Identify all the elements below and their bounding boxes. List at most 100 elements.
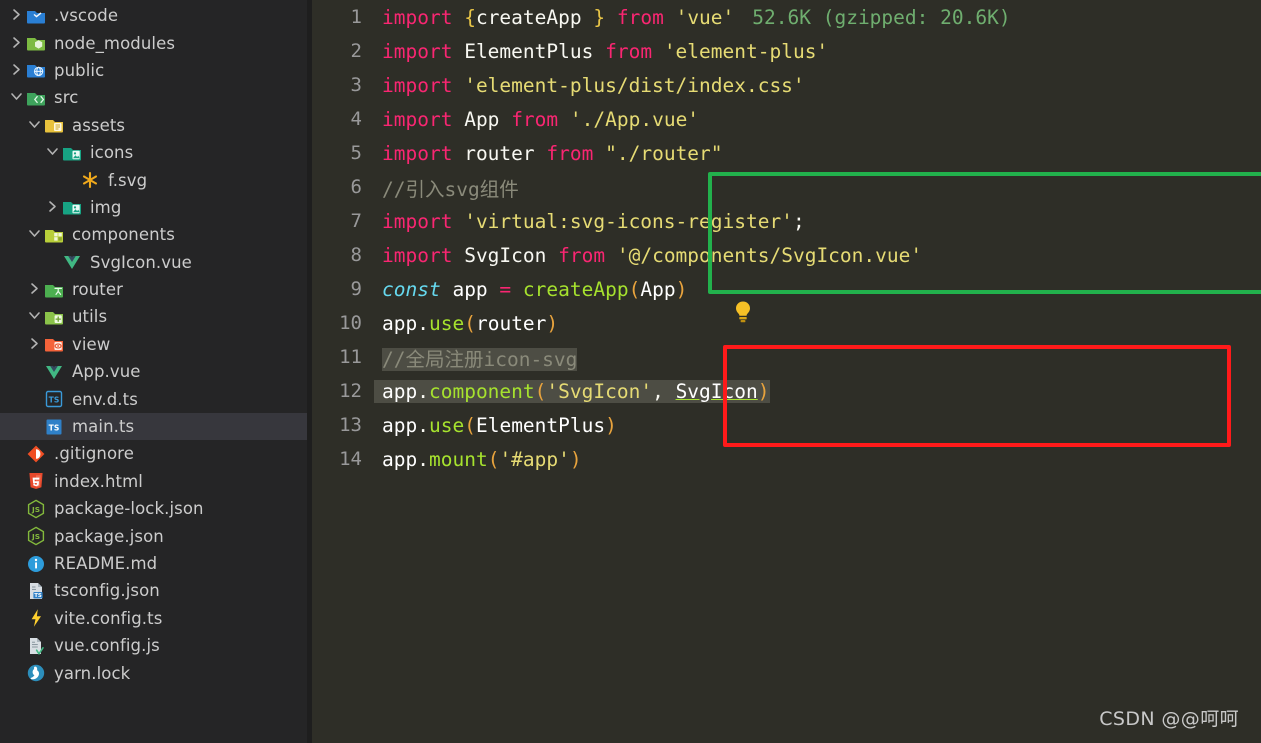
- code-line[interactable]: 9 const app = createApp(App): [312, 272, 1261, 306]
- line-content: //全局注册icon-svg: [374, 343, 578, 372]
- file-tree-item-label: f.svg: [108, 170, 148, 190]
- vue-file-icon: [61, 251, 83, 273]
- token-app-ident: app: [452, 277, 488, 301]
- tsconfig-file-icon: TS: [25, 580, 47, 602]
- line-number: 14: [339, 448, 362, 470]
- token-App: App: [464, 107, 500, 131]
- code-line[interactable]: 11 //全局注册icon-svg: [312, 340, 1261, 374]
- token-string-vue: 'vue': [675, 5, 735, 29]
- file-tree-item-components[interactable]: components: [0, 221, 312, 248]
- explorer-sidebar: .vscode node_modules public src assets icons f…: [0, 0, 312, 743]
- file-tree-item-vite-config-ts[interactable]: vite.config.ts: [0, 605, 312, 632]
- line-number: 4: [350, 108, 362, 130]
- file-tree-item-assets[interactable]: assets: [0, 112, 312, 139]
- line-content: app.use(router): [382, 311, 559, 335]
- file-tree-item-vue-config-js[interactable]: vue.config.js: [0, 632, 312, 659]
- chevron-down-icon[interactable]: [8, 91, 25, 102]
- lightbulb-icon[interactable]: [732, 300, 754, 324]
- file-tree-item-router[interactable]: router: [0, 276, 312, 303]
- git-file-icon: [25, 443, 47, 465]
- svg-text:TS: TS: [34, 593, 42, 599]
- vscode-folder-icon: [25, 5, 47, 27]
- vscode-window: .vscode node_modules public src assets icons f…: [0, 0, 1261, 743]
- code-line[interactable]: 12 app.component('SvgIcon', SvgIcon): [312, 374, 1261, 408]
- chevron-down-icon[interactable]: [44, 146, 61, 157]
- line-number: 8: [350, 244, 362, 266]
- token-SvgIcon-ref[interactable]: SvgIcon: [676, 380, 758, 403]
- file-tree-item-index-html[interactable]: index.html: [0, 468, 312, 495]
- file-tree-item-svgicon-vue[interactable]: SvgIcon.vue: [0, 249, 312, 276]
- file-tree-item-tsconfig-json[interactable]: TS tsconfig.json: [0, 577, 312, 604]
- token-string-svgicon-path: '@/components/SvgIcon.vue': [616, 243, 923, 267]
- token-from: from: [511, 107, 559, 131]
- code-line[interactable]: 4 import App from './App.vue': [312, 102, 1261, 136]
- line-content: import SvgIcon from '@/components/SvgIco…: [374, 244, 922, 267]
- line-content: import App from './App.vue': [374, 108, 699, 131]
- svg-text:TS: TS: [49, 423, 60, 432]
- file-tree-item-package-json[interactable]: JS package.json: [0, 522, 312, 549]
- line-content: import ElementPlus from 'element-plus': [374, 40, 828, 63]
- file-tree-item-src[interactable]: src: [0, 84, 312, 111]
- file-tree-item-readme-md[interactable]: README.md: [0, 550, 312, 577]
- token-comment-register: //全局注册icon-svg: [382, 347, 578, 371]
- line-number: 6: [350, 176, 362, 198]
- code-line[interactable]: 14 app.mount('#app'): [312, 442, 1261, 476]
- file-tree-item-icons[interactable]: icons: [0, 139, 312, 166]
- line-content: import 'element-plus/dist/index.css': [374, 74, 805, 97]
- file-tree-item-package-lock-json[interactable]: JS package-lock.json: [0, 495, 312, 522]
- readme-info-icon: [25, 553, 47, 575]
- svg-text:JS: JS: [31, 505, 40, 514]
- file-tree-item-f-svg[interactable]: f.svg: [0, 166, 312, 193]
- file-tree-item-yarn-lock[interactable]: yarn.lock: [0, 659, 312, 686]
- npm-file-icon: JS: [25, 525, 47, 547]
- token-import: import: [382, 5, 453, 29]
- file-tree-item-utils[interactable]: utils: [0, 303, 312, 330]
- file-tree-item-public[interactable]: public: [0, 57, 312, 84]
- chevron-right-icon[interactable]: [8, 8, 25, 21]
- ts-file-icon: TS: [43, 416, 65, 438]
- code-line[interactable]: 3 import 'element-plus/dist/index.css': [312, 68, 1261, 102]
- file-tree-item-label: vite.config.ts: [54, 608, 163, 628]
- code-line[interactable]: 1 import {createApp } from 'vue' 52.6K (g…: [312, 0, 1261, 34]
- code-line[interactable]: 8 import SvgIcon from '@/components/SvgI…: [312, 238, 1261, 272]
- file-tree-item-env-d-ts[interactable]: TS env.d.ts: [0, 385, 312, 412]
- code-editor[interactable]: 1 import {createApp } from 'vue' 52.6K (g…: [312, 0, 1261, 743]
- file-tree-item-label: package-lock.json: [54, 499, 204, 519]
- token-string-element-css: 'element-plus/dist/index.css': [464, 73, 805, 97]
- code-line[interactable]: 2 import ElementPlus from 'element-plus': [312, 34, 1261, 68]
- chevron-right-icon[interactable]: [44, 200, 61, 213]
- file-tree-item-view[interactable]: view: [0, 331, 312, 358]
- line-content: //引入svg组件: [374, 173, 519, 202]
- file-tree-item-label: tsconfig.json: [54, 581, 160, 601]
- file-tree-item-app-vue[interactable]: App.vue: [0, 358, 312, 385]
- file-tree[interactable]: .vscode node_modules public src assets icons f…: [0, 2, 312, 687]
- chevron-right-icon[interactable]: [8, 36, 25, 49]
- code-line[interactable]: 6 //引入svg组件: [312, 170, 1261, 204]
- file-tree-item-label: .gitignore: [54, 444, 134, 464]
- chevron-down-icon[interactable]: [26, 310, 43, 321]
- chevron-right-icon[interactable]: [26, 282, 43, 295]
- file-tree-item-gitignore[interactable]: .gitignore: [0, 440, 312, 467]
- token-string-svgicon-name: 'SvgIcon': [546, 379, 653, 403]
- file-tree-item-label: icons: [90, 143, 134, 163]
- file-tree-item-node-modules[interactable]: node_modules: [0, 29, 312, 56]
- code-line[interactable]: 13 app.use(ElementPlus): [312, 408, 1261, 442]
- file-tree-item-label: package.json: [54, 526, 164, 546]
- chevron-right-icon[interactable]: [26, 337, 43, 350]
- token-app-ident: app: [382, 311, 418, 335]
- file-tree-item-label: SvgIcon.vue: [90, 252, 192, 272]
- chevron-down-icon[interactable]: [26, 228, 43, 239]
- vite-file-icon: [25, 607, 47, 629]
- code-line[interactable]: 7 import 'virtual:svg-icons-register';: [312, 204, 1261, 238]
- token-ElementPlus: ElementPlus: [464, 39, 594, 63]
- token-brace-open: {: [464, 5, 476, 29]
- file-tree-item-label: vue.config.js: [54, 636, 160, 656]
- file-tree-item-vscode[interactable]: .vscode: [0, 2, 312, 29]
- file-tree-item-img[interactable]: img: [0, 194, 312, 221]
- code-line[interactable]: 10 app.use(router): [312, 306, 1261, 340]
- code-line[interactable]: 5 import router from "./router": [312, 136, 1261, 170]
- chevron-right-icon[interactable]: [8, 63, 25, 76]
- chevron-down-icon[interactable]: [26, 119, 43, 130]
- token-import: import: [382, 209, 453, 233]
- file-tree-item-main-ts[interactable]: TS main.ts: [0, 412, 312, 441]
